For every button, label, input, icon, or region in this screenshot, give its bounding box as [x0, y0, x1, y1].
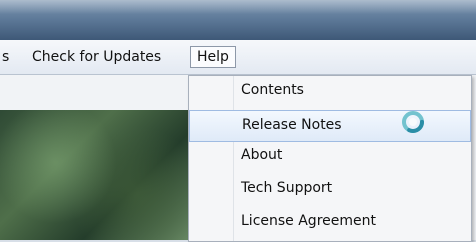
menu-item-label: License Agreement [241, 213, 376, 229]
background-image [0, 110, 196, 240]
window-title-bar [0, 0, 476, 40]
menu-item-license-agreement[interactable]: License Agreement [189, 207, 471, 239]
menu-item-label: Contents [241, 82, 304, 98]
menu-item-label: About [241, 147, 283, 163]
menu-item-tech-support[interactable]: Tech Support [189, 174, 471, 206]
help-dropdown-menu: Contents Release Notes About Tech Suppor… [188, 75, 472, 242]
menu-item-about[interactable]: About [189, 141, 471, 173]
menu-item-release-notes[interactable]: Release Notes [189, 110, 471, 142]
menu-item-contents[interactable]: Contents [189, 76, 471, 108]
busy-spinner-icon [402, 111, 424, 133]
menu-item-check-for-updates[interactable]: Check for Updates [32, 47, 161, 67]
menu-item-label: Release Notes [242, 117, 342, 133]
menu-item-help[interactable]: Help [190, 46, 236, 68]
menu-item-label: Tech Support [241, 180, 333, 196]
menu-item-partial[interactable]: s [2, 47, 9, 67]
menu-bar: s Check for Updates Help [0, 40, 476, 75]
